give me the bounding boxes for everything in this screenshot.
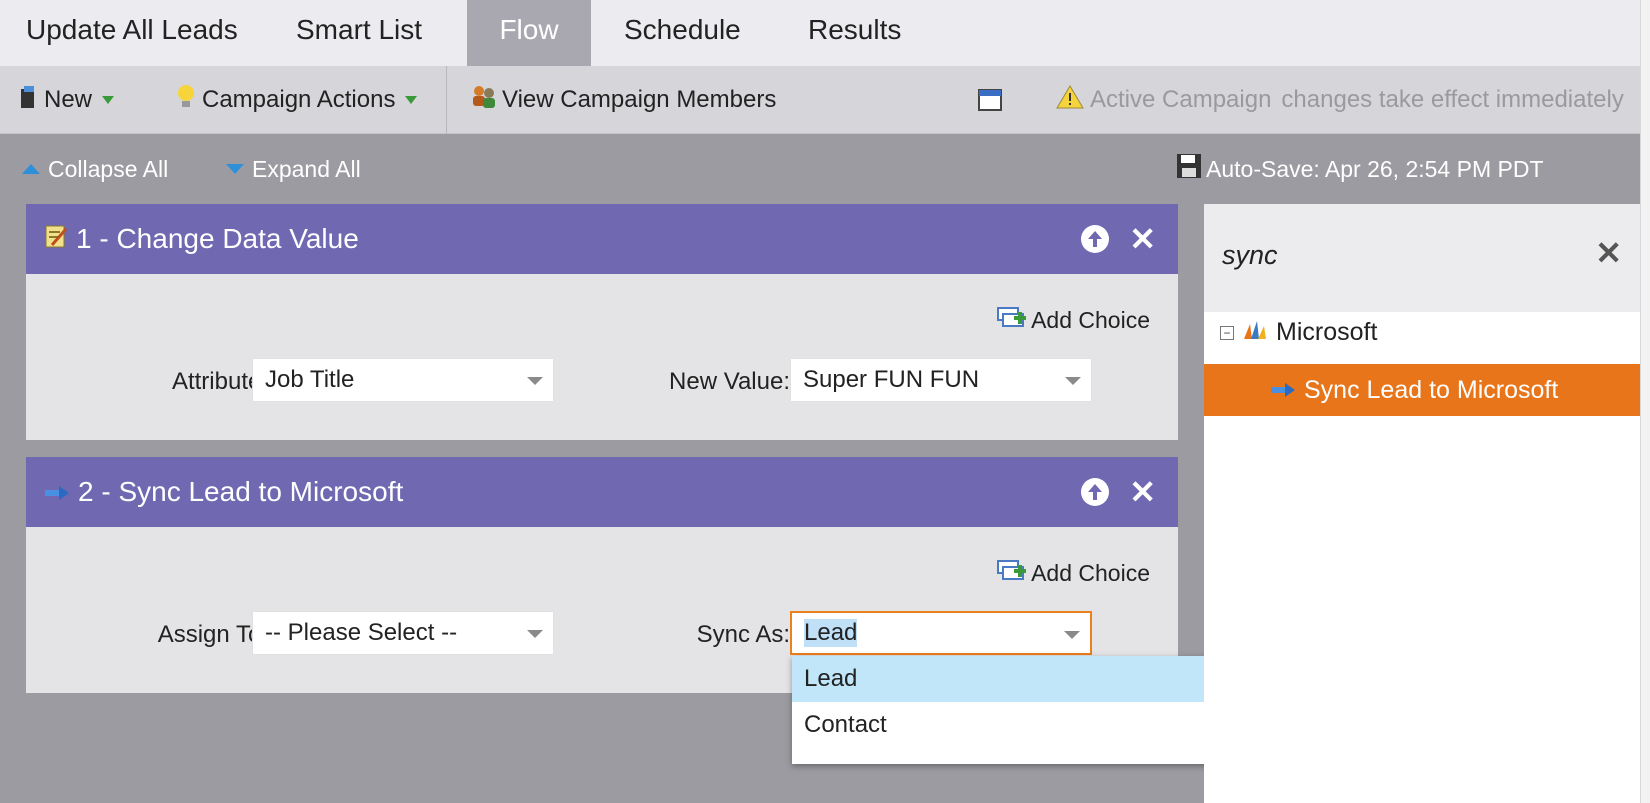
expand-all-button[interactable]: Expand All: [226, 134, 361, 204]
tab-flow[interactable]: Flow: [467, 0, 591, 66]
arrow-right-icon: [1270, 376, 1296, 405]
move-up-icon[interactable]: [1081, 225, 1110, 253]
page-scrollbar[interactable]: [1640, 0, 1650, 803]
autosave-status: Auto-Save: Apr 26, 2:54 PM PDT: [1176, 134, 1544, 204]
new-document-icon: [20, 85, 36, 116]
flow-actions-panel: sync ✕ − Microsoft Sync Lead to Microsof…: [1204, 204, 1640, 803]
new-value-value: Super FUN FUN: [803, 366, 980, 393]
chevron-down-icon: [527, 377, 543, 385]
toolbar-divider: [446, 66, 447, 134]
flow-step-1-controls: ✕: [1081, 204, 1156, 274]
window-icon[interactable]: [978, 66, 1002, 134]
close-icon[interactable]: ✕: [1595, 234, 1622, 272]
panel-search-header: sync ✕: [1204, 204, 1640, 312]
sync-as-value[interactable]: Lead: [804, 619, 858, 647]
flow-step-1-body: Add Choice Attribute: Job Title New Valu…: [26, 274, 1178, 440]
chevron-down-icon: [1064, 631, 1080, 639]
tree-group-microsoft[interactable]: − Microsoft: [1220, 318, 1377, 347]
view-campaign-members-label: View Campaign Members: [502, 86, 777, 113]
status-label: Active Campaign: [1090, 86, 1272, 113]
chevron-down-icon: [527, 630, 543, 638]
add-choice-label: Add Choice: [1031, 306, 1150, 333]
tab-smart-list[interactable]: Smart List: [270, 0, 448, 66]
flow-subtoolbar: Collapse All Expand All Auto-Save: Apr 2…: [0, 134, 1640, 204]
arrow-right-icon: [44, 476, 70, 508]
attribute-label: Attribute:: [171, 368, 268, 395]
campaign-actions-button[interactable]: Campaign Actions: [176, 66, 418, 134]
expand-all-label: Expand All: [252, 155, 361, 182]
tree-item-sync-lead-to-microsoft[interactable]: Sync Lead to Microsoft: [1204, 364, 1640, 416]
add-choice-button[interactable]: Add Choice: [997, 557, 1150, 589]
assign-to-select[interactable]: -- Please Select --: [252, 611, 554, 655]
tree-group-label: Microsoft: [1276, 318, 1378, 346]
expand-icon: [226, 164, 244, 174]
collapse-icon: [22, 164, 40, 174]
assign-to-label: Assign To:: [157, 621, 268, 648]
collapse-all-label: Collapse All: [48, 155, 169, 182]
new-value-label: New Value:: [669, 368, 790, 395]
flow-step-2-title: 2 - Sync Lead to Microsoft: [78, 476, 404, 507]
add-choice-label: Add Choice: [1031, 559, 1150, 586]
flow-step-2-controls: ✕: [1081, 457, 1156, 527]
lightbulb-icon: [176, 83, 196, 118]
move-up-icon[interactable]: [1081, 478, 1110, 506]
people-icon: [470, 84, 498, 117]
sync-as-label: Sync As:: [696, 621, 790, 648]
chevron-down-icon: [405, 96, 418, 104]
add-choice-icon: [997, 304, 1027, 336]
warning-icon: [1056, 84, 1084, 116]
dynamics-logo-icon: [1242, 318, 1268, 347]
tab-results[interactable]: Results: [782, 0, 927, 66]
delete-step-icon[interactable]: ✕: [1129, 223, 1156, 255]
flow-step-2-header[interactable]: 2 - Sync Lead to Microsoft ✕: [26, 457, 1178, 527]
campaign-status: Active Campaign changes take effect imme…: [1056, 66, 1624, 134]
tab-schedule[interactable]: Schedule: [598, 0, 767, 66]
delete-step-icon[interactable]: ✕: [1129, 476, 1156, 508]
chevron-down-icon: [102, 96, 115, 104]
campaign-actions-label: Campaign Actions: [202, 86, 396, 113]
tree-item-label: Sync Lead to Microsoft: [1304, 375, 1559, 404]
attribute-select[interactable]: Job Title: [252, 358, 554, 402]
flow-step-1-title: 1 - Change Data Value: [76, 223, 359, 254]
panel-search-input[interactable]: sync: [1222, 240, 1278, 271]
edit-note-icon: [44, 223, 68, 256]
status-note: changes take effect immediately: [1281, 86, 1624, 113]
tab-update-all-leads[interactable]: Update All Leads: [0, 0, 264, 66]
chevron-down-icon: [1065, 377, 1081, 385]
autosave-label: Auto-Save: Apr 26, 2:54 PM PDT: [1206, 155, 1544, 182]
new-menu-button[interactable]: New: [20, 66, 115, 134]
toolbar: New Campaign Actions View Campaign Membe…: [0, 66, 1640, 134]
view-campaign-members-button[interactable]: View Campaign Members: [470, 66, 776, 134]
collapse-tree-icon[interactable]: −: [1220, 325, 1234, 340]
add-choice-button[interactable]: Add Choice: [997, 304, 1150, 336]
new-value-select[interactable]: Super FUN FUN: [790, 358, 1092, 402]
new-label: New: [44, 86, 93, 113]
assign-to-value: -- Please Select --: [265, 619, 458, 646]
collapse-all-button[interactable]: Collapse All: [22, 134, 168, 204]
add-choice-icon: [997, 557, 1027, 589]
tab-bar: Update All Leads Smart List Flow Schedul…: [0, 0, 1640, 66]
sync-as-select[interactable]: Lead: [790, 611, 1092, 655]
floppy-disk-icon: [1176, 153, 1202, 185]
flow-step-1-header[interactable]: 1 - Change Data Value ✕: [26, 204, 1178, 274]
attribute-value: Job Title: [265, 366, 355, 393]
